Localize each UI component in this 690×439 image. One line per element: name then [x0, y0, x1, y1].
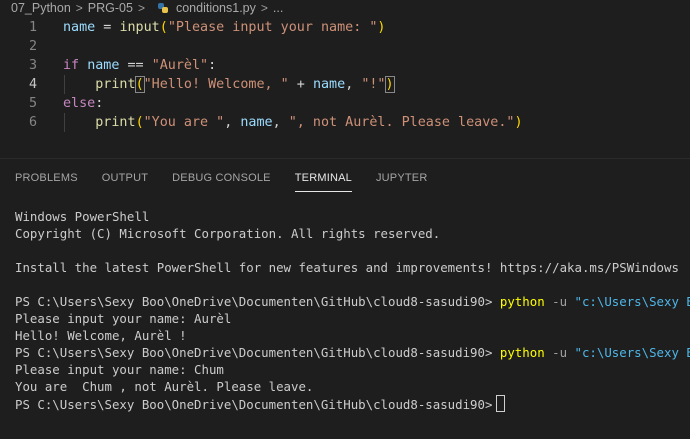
terminal-text: Windows PowerShell	[15, 209, 150, 224]
code-token: "You are "	[143, 115, 225, 130]
breadcrumb-file-conditions1[interactable]: conditions1.py	[176, 1, 256, 15]
breadcrumb: 07_Python > PRG-05 > conditions1.py > ..…	[0, 0, 690, 16]
terminal-line: PS C:\Users\Sexy Boo\OneDrive\Documenten…	[15, 344, 690, 361]
code-token: ,	[272, 115, 289, 130]
code-token: )	[377, 20, 386, 35]
terminal-line: PS C:\Users\Sexy Boo\OneDrive\Documenten…	[15, 395, 506, 412]
terminal-text: Hello! Welcome, Aurèl !	[15, 328, 187, 343]
code-text: print("You are ", name, ", not Aurèl. Pl…	[63, 113, 523, 132]
code-text: else:	[63, 94, 103, 113]
tab-problems[interactable]: PROBLEMS	[15, 166, 78, 190]
terminal-line: Install the latest PowerShell for new fe…	[15, 259, 679, 276]
line-number: 1	[28, 20, 37, 35]
terminal-line: PS C:\Users\Sexy Boo\OneDrive\Documenten…	[15, 293, 690, 310]
code-token: "Hello! Welcome, "	[143, 77, 289, 92]
python-file-icon	[157, 2, 169, 14]
code-token: )	[514, 115, 523, 130]
code-token: +	[288, 77, 313, 92]
terminal-line: You are Chum , not Aurèl. Please leave.	[15, 378, 313, 395]
code-token: :	[95, 96, 104, 111]
code-line[interactable]: 1 name = input("Please input your name: "…	[0, 18, 690, 37]
code-token: "Please input your name: "	[167, 20, 378, 35]
breadcrumb-symbols[interactable]: ...	[273, 1, 283, 15]
terminal-text: -u	[544, 345, 575, 360]
terminal-line: Please input your name: Aurèl	[15, 310, 231, 327]
breadcrumb-folder-prg-05[interactable]: PRG-05	[88, 1, 133, 15]
tab-terminal[interactable]: TERMINAL	[294, 166, 353, 192]
code-token: ==	[119, 58, 152, 73]
code-line[interactable]: 2	[0, 37, 690, 56]
code-token: ", not Aurèl. Please leave."	[288, 115, 515, 130]
code-token: name	[240, 115, 273, 130]
terminal-text: python	[499, 345, 545, 360]
code-line[interactable]: 4 print("Hello! Welcome, " + name, "!")	[0, 75, 690, 94]
terminal-text: PS C:\Users\Sexy Boo\OneDrive\Documenten…	[15, 397, 493, 412]
code-token: (	[135, 115, 144, 130]
code-token: :	[208, 58, 217, 73]
terminal-text: Please input your name: Aurèl	[15, 311, 232, 326]
code-line[interactable]: 5 else:	[0, 94, 690, 113]
code-token: name	[63, 20, 96, 35]
terminal-line: Please input your name: Chum	[15, 361, 224, 378]
terminal-text: -u	[544, 294, 575, 309]
terminal-line: Hello! Welcome, Aurèl !	[15, 327, 187, 344]
code-text: if name == "Aurèl":	[63, 56, 216, 75]
terminal-text: python	[499, 294, 545, 309]
code-token: "!"	[361, 77, 386, 92]
terminal-text: "c:\Users\Sexy Boo\OneDrive\Documenten\G…	[574, 345, 690, 360]
code-token: (	[159, 20, 168, 35]
code-text: name = input("Please input your name: ")	[63, 18, 385, 37]
code-token: else	[63, 96, 96, 111]
terminal-text: PS C:\Users\Sexy Boo\OneDrive\Documenten…	[15, 294, 500, 309]
breadcrumb-folder-07-python[interactable]: 07_Python	[0, 1, 71, 15]
panel-divider	[0, 158, 690, 159]
code-token: input	[119, 20, 160, 35]
line-number: 3	[28, 58, 37, 73]
panel-tabs: PROBLEMS OUTPUT DEBUG CONSOLE TERMINAL J…	[0, 166, 436, 192]
code-token: ,	[345, 77, 362, 92]
terminal-text: Install the latest PowerShell for new fe…	[15, 260, 679, 275]
terminal-text: "c:\Users\Sexy Boo\OneDrive\Documenten\G…	[574, 294, 690, 309]
breadcrumb-separator: >	[75, 1, 83, 15]
terminal-line: Copyright (C) Microsoft Corporation. All…	[15, 225, 440, 242]
line-number: 4	[28, 77, 37, 92]
code-token: print	[95, 115, 136, 130]
code-token: print	[95, 77, 136, 92]
terminal-line: Windows PowerShell	[15, 208, 149, 225]
tab-output[interactable]: OUTPUT	[102, 166, 148, 190]
terminal-text: Copyright (C) Microsoft Corporation. All…	[15, 226, 441, 241]
line-number: 6	[28, 115, 37, 130]
code-token: name	[87, 58, 120, 73]
terminal-text: You are Chum , not Aurèl. Please leave.	[15, 379, 314, 394]
code-line[interactable]: 3 if name == "Aurèl":	[0, 56, 690, 75]
terminal[interactable]: Windows PowerShell Copyright (C) Microsof…	[0, 207, 690, 439]
tab-debug-console[interactable]: DEBUG CONSOLE	[172, 166, 271, 190]
code-token: name	[312, 77, 346, 92]
line-number: 2	[28, 39, 37, 54]
code-text: print("Hello! Welcome, " + name, "!")	[63, 75, 395, 94]
code-editor[interactable]: 1 name = input("Please input your name: "…	[0, 16, 690, 156]
breadcrumb-separator: >	[260, 1, 268, 15]
terminal-text: PS C:\Users\Sexy Boo\OneDrive\Documenten…	[15, 345, 500, 360]
code-token: ,	[224, 115, 241, 130]
line-number: 5	[28, 96, 37, 111]
code-token: =	[95, 20, 120, 35]
tab-jupyter[interactable]: JUPYTER	[376, 166, 428, 190]
code-token: "Aurèl"	[151, 58, 209, 73]
breadcrumb-separator: >	[137, 1, 145, 15]
code-token: (	[134, 76, 145, 93]
code-line[interactable]: 6 print("You are ", name, ", not Aurèl. …	[0, 113, 690, 132]
code-token: )	[384, 76, 395, 93]
terminal-text: Please input your name: Chum	[15, 362, 224, 377]
terminal-cursor[interactable]	[496, 395, 506, 412]
code-token: if	[63, 58, 80, 73]
